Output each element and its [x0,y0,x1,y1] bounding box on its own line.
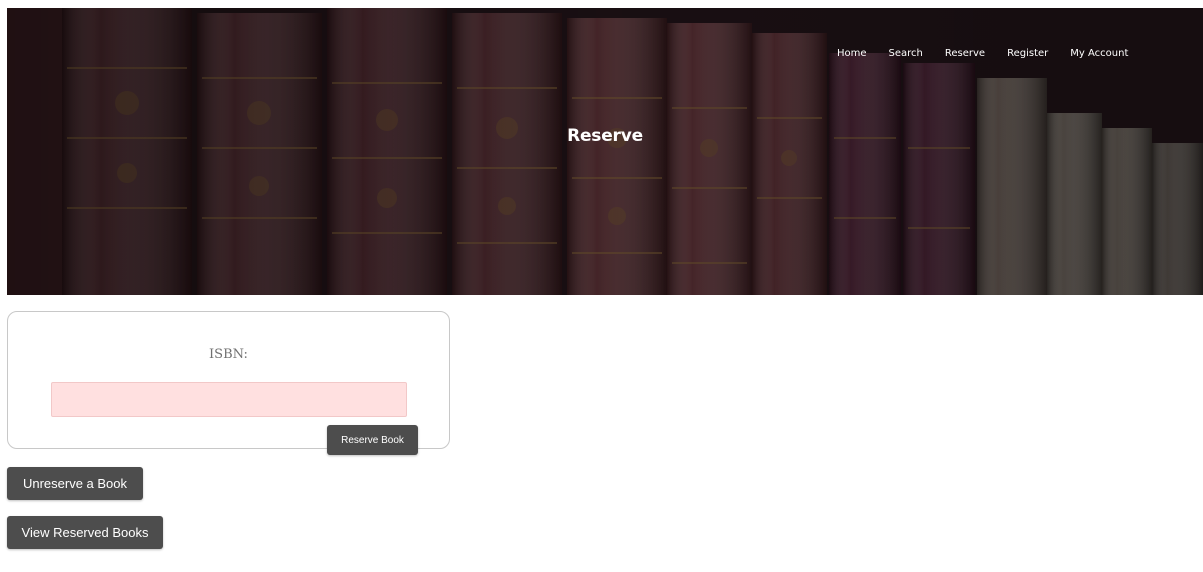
isbn-input[interactable] [51,382,407,417]
nav-search[interactable]: Search [889,48,923,59]
nav-home[interactable]: Home [837,48,867,59]
nav-reserve[interactable]: Reserve [945,48,985,59]
reserve-book-button[interactable]: Reserve Book [327,425,418,455]
isbn-label: ISBN: [209,347,248,362]
page-title: Reserve [567,126,643,146]
nav-register[interactable]: Register [1007,48,1048,59]
hero-banner: Home Search Reserve Register My Account … [7,8,1203,295]
unreserve-book-button[interactable]: Unreserve a Book [7,467,143,500]
nav-my-account[interactable]: My Account [1070,48,1128,59]
view-reserved-books-button[interactable]: View Reserved Books [7,516,163,549]
main-nav: Home Search Reserve Register My Account [837,48,1150,59]
